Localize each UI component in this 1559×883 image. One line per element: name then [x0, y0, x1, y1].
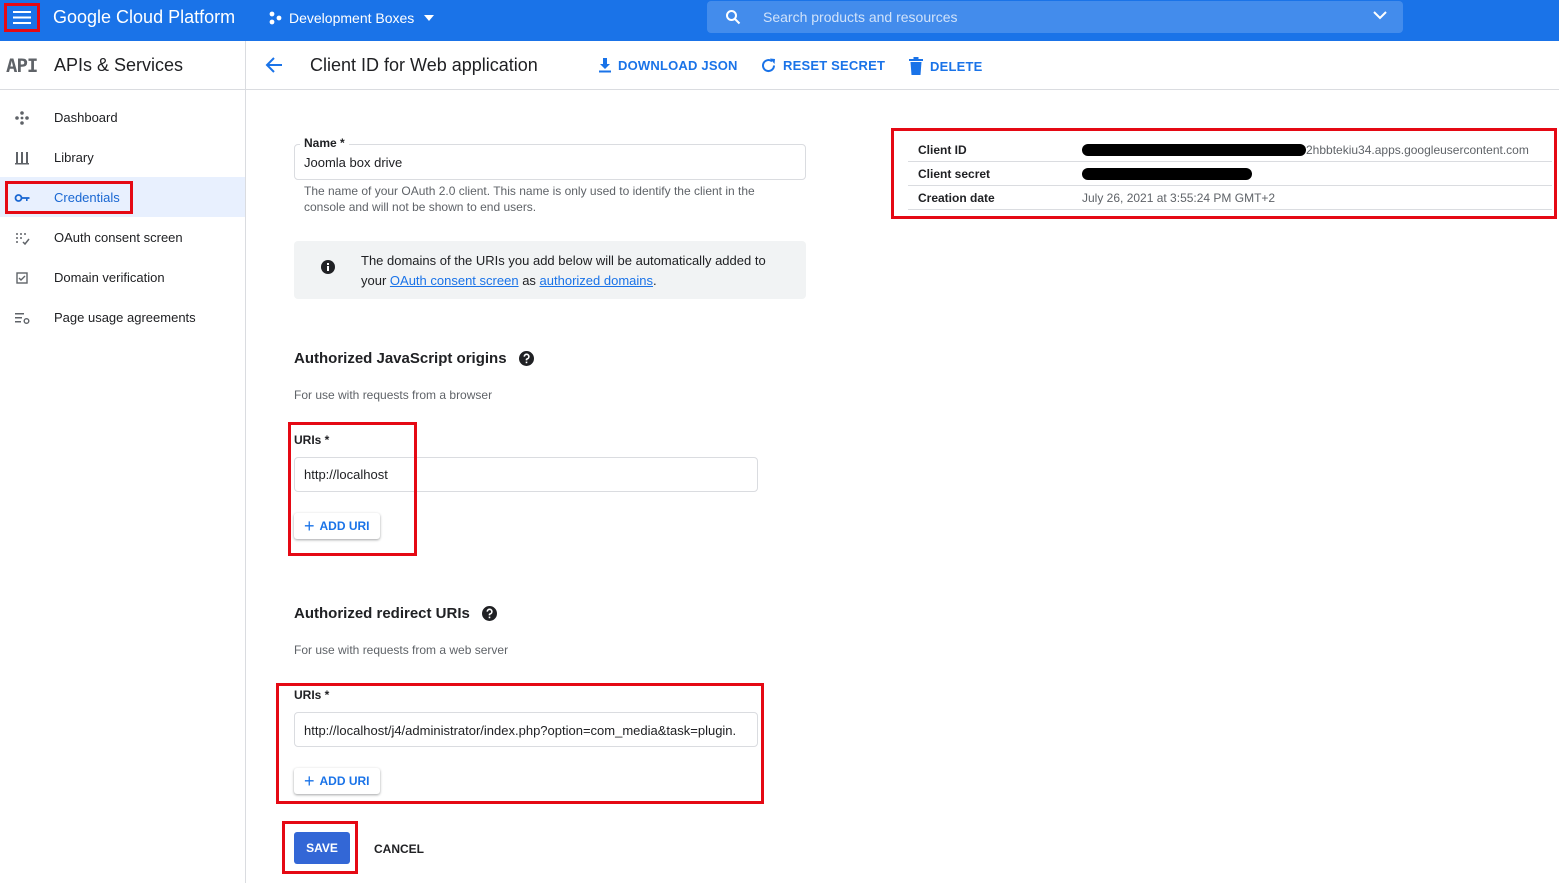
sidebar-item-label: Library	[54, 150, 94, 165]
project-dots-icon	[269, 11, 282, 25]
hamburger-icon	[4, 3, 40, 32]
search-icon	[726, 10, 741, 25]
sidebar-title: APIs & Services	[54, 55, 184, 75]
download-json-label: DOWNLOAD JSON	[618, 57, 738, 73]
api-badge-icon: API	[6, 55, 38, 77]
sidebar-item-domain-verification[interactable]: Domain verification	[0, 257, 245, 297]
redirect-uris-title-text: Authorized redirect URIs	[294, 605, 470, 622]
highlight-box-credentials	[5, 181, 133, 214]
info-text: The domains of the URIs you add below wi…	[361, 251, 766, 291]
back-arrow-icon[interactable]	[265, 57, 283, 73]
dashboard-icon	[15, 111, 29, 125]
search-bar[interactable]: Search products and resources	[707, 1, 1403, 33]
download-icon	[599, 58, 611, 73]
reset-secret-button[interactable]: RESET SECRET	[760, 57, 885, 74]
highlight-box-credentials-info	[891, 128, 1557, 219]
library-icon	[15, 152, 29, 165]
trash-icon	[909, 57, 923, 75]
download-json-button[interactable]: DOWNLOAD JSON	[598, 57, 738, 73]
info-banner: The domains of the URIs you add below wi…	[294, 241, 806, 299]
authorized-domains-link[interactable]: authorized domains	[540, 273, 653, 288]
info-icon	[321, 260, 335, 274]
oauth-consent-link[interactable]: OAuth consent screen	[390, 273, 519, 288]
sidebar-item-page-usage[interactable]: Page usage agreements	[0, 297, 245, 337]
delete-button[interactable]: DELETE	[908, 57, 982, 75]
sidebar-item-label: Dashboard	[54, 110, 118, 125]
name-hint-line-1: The name of your OAuth 2.0 client. This …	[304, 184, 755, 198]
main-menu-button[interactable]	[4, 3, 40, 32]
sidebar-item-dashboard[interactable]: Dashboard	[0, 97, 245, 137]
info-line-2: your OAuth consent screen as authorized …	[361, 271, 766, 291]
info-period: .	[653, 273, 657, 288]
js-origins-hint: For use with requests from a browser	[294, 388, 493, 402]
sidebar-item-label: Domain verification	[54, 270, 165, 285]
project-name: Development Boxes	[289, 10, 415, 26]
project-selector[interactable]: Development Boxes	[268, 10, 441, 26]
settings-list-icon	[15, 313, 30, 324]
cancel-button[interactable]: CANCEL	[374, 842, 424, 856]
highlight-box-redirect-uris	[276, 683, 764, 804]
highlight-box-save	[282, 821, 358, 874]
caret-down-icon	[424, 15, 435, 21]
info-line-1: The domains of the URIs you add below wi…	[361, 253, 766, 268]
consent-icon	[16, 233, 30, 246]
name-field-label: Name *	[300, 136, 349, 150]
sidebar-item-library[interactable]: Library	[0, 137, 245, 177]
sidebar-item-oauth-consent[interactable]: OAuth consent screen	[0, 217, 245, 257]
top-app-bar: Google Cloud Platform Development Boxes …	[0, 0, 1559, 41]
js-origins-title: Authorized JavaScript origins	[294, 350, 534, 367]
sidebar: API APIs & Services Dashboard Library Cr…	[0, 41, 246, 883]
page-title: Client ID for Web application	[310, 55, 538, 75]
checkbox-icon	[16, 272, 28, 284]
refresh-icon	[762, 58, 776, 73]
highlight-box-js-uris	[288, 422, 417, 556]
info-as: as	[522, 273, 536, 288]
sidebar-header: API APIs & Services	[0, 41, 245, 90]
js-origins-title-text: Authorized JavaScript origins	[294, 350, 507, 367]
redirect-uris-title: Authorized redirect URIs	[294, 605, 497, 622]
info-your: your	[361, 273, 387, 288]
reset-secret-label: RESET SECRET	[783, 58, 886, 73]
page-header: Client ID for Web application DOWNLOAD J…	[246, 41, 1559, 90]
sidebar-item-label: Page usage agreements	[54, 310, 196, 325]
chevron-down-icon[interactable]	[1373, 11, 1387, 20]
name-hint-line-2: console and will not be shown to end use…	[304, 200, 537, 214]
sidebar-item-label: OAuth consent screen	[54, 230, 183, 245]
delete-label: DELETE	[930, 58, 983, 74]
help-icon[interactable]	[518, 351, 534, 366]
brand-logo-text[interactable]: Google Cloud Platform	[53, 7, 235, 28]
redirect-uris-hint: For use with requests from a web server	[294, 643, 509, 657]
help-icon[interactable]	[481, 606, 497, 621]
search-input[interactable]: Search products and resources	[763, 9, 958, 25]
name-input[interactable]: Joomla box drive	[304, 155, 402, 170]
